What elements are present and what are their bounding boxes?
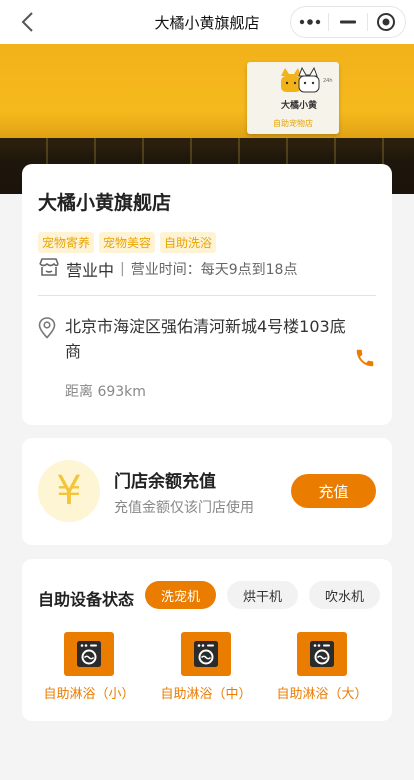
store-name: 大橘小黄旗舰店 (38, 192, 172, 214)
mini-program-capsule (290, 6, 406, 38)
washer-icon (181, 632, 231, 676)
status-separator: | (120, 261, 125, 277)
device-status-card: 自助设备状态 洗宠机 烘干机 吹水机 自助淋浴（小） 自助淋浴（中） 自助淋浴（… (22, 559, 392, 721)
store-address: 北京市海淀区强佑清河新城4号楼103底商 (65, 317, 346, 361)
device-label: 自助淋浴（大） (276, 687, 368, 702)
yen-icon: ¥ (38, 460, 100, 522)
service-tag: 宠物寄养 (38, 232, 95, 253)
recharge-title: 门店余额充值 (114, 472, 216, 492)
store-sign: 24h 大橘小黄 自助宠物店 (247, 62, 339, 134)
recharge-subtitle: 充值金额仅该门店使用 (114, 500, 254, 516)
device-status-title: 自助设备状态 (38, 590, 135, 609)
device-item-shower-large[interactable]: 自助淋浴（大） (272, 632, 372, 702)
location-pin-icon (38, 317, 56, 343)
tab-pet-washer[interactable]: 洗宠机 (145, 581, 216, 609)
store-icon (38, 257, 60, 281)
store-info-card: 大橘小黄旗舰店 宠物寄养 宠物美容 自助洗浴 营业中 | 营业时间：每天9点到1… (22, 164, 392, 425)
device-label: 自助淋浴（中） (160, 687, 252, 702)
nav-bar: 大橘小黄旗舰店 (0, 0, 414, 44)
service-tag: 自助洗浴 (160, 232, 217, 253)
yen-symbol: ¥ (56, 468, 82, 514)
phone-icon[interactable] (354, 347, 376, 373)
washer-icon (64, 632, 114, 676)
service-tag: 宠物美容 (99, 232, 156, 253)
recharge-card: ¥ 门店余额充值 充值金额仅该门店使用 充值 (22, 438, 392, 545)
business-hours: 营业时间：每天9点到18点 (130, 262, 298, 278)
device-item-shower-small[interactable]: 自助淋浴（小） (39, 632, 139, 702)
minimize-icon[interactable] (329, 7, 366, 37)
sign-24h-text: 24h (323, 78, 333, 84)
open-status: 营业中 (66, 261, 115, 280)
tab-dryer[interactable]: 烘干机 (227, 581, 298, 609)
recharge-button[interactable]: 充值 (291, 474, 376, 508)
sign-subtitle: 自助宠物店 (273, 119, 313, 128)
device-label: 自助淋浴（小） (43, 687, 135, 702)
sign-store-name: 大橘小黄 (281, 101, 318, 111)
washer-icon (297, 632, 347, 676)
more-dots-icon[interactable] (291, 7, 328, 37)
service-tags: 宠物寄养 宠物美容 自助洗浴 (38, 232, 217, 253)
divider (38, 295, 376, 296)
device-item-shower-medium[interactable]: 自助淋浴（中） (156, 632, 256, 702)
business-status-row: 营业中 | 营业时间：每天9点到18点 (38, 258, 297, 280)
target-close-icon[interactable] (368, 7, 405, 37)
tab-blower[interactable]: 吹水机 (309, 581, 380, 609)
store-distance: 距离 693km (65, 384, 146, 400)
